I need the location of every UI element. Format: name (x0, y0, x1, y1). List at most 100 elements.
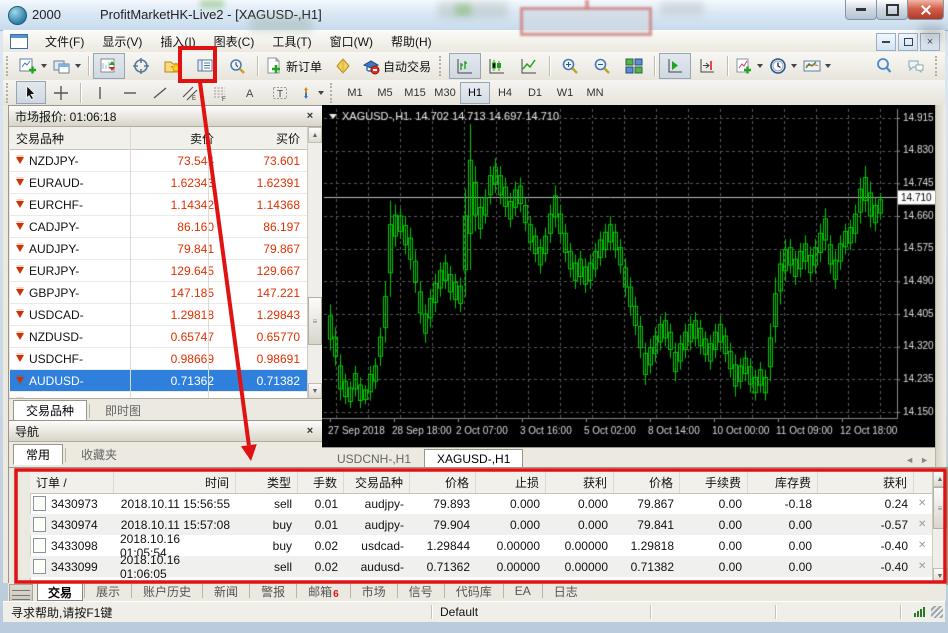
timeframe-H1[interactable]: H1 (460, 81, 490, 104)
col-ask[interactable]: 买价 (222, 130, 308, 147)
nav-tab-0[interactable]: 常用 (13, 444, 64, 465)
chart-window-icon[interactable] (10, 33, 28, 49)
orders-col-9[interactable]: 手续费 (680, 471, 748, 493)
chevron-down-icon[interactable] (41, 64, 47, 68)
menu-H[interactable]: 帮助(H) (382, 30, 441, 53)
navigator-title[interactable]: 导航 × (9, 421, 323, 442)
child-minimize-button[interactable] (876, 33, 896, 51)
price-chart[interactable] (322, 105, 935, 447)
menu-V[interactable]: 显示(V) (93, 30, 151, 53)
new-order-button[interactable]: 新订单 (262, 53, 327, 79)
chart-area[interactable] (322, 105, 935, 447)
maximize-button[interactable] (876, 0, 908, 20)
orders-col-10[interactable]: 库存费 (748, 471, 818, 493)
market-watch-row[interactable]: EURJPY- 129.645 129.667 (10, 260, 322, 282)
market-watch-row[interactable]: GBPJPY- 147.185 147.221 (10, 282, 322, 304)
vline-tool-button[interactable] (85, 81, 115, 104)
market-watch-button[interactable] (93, 53, 125, 79)
terminal-button[interactable] (189, 53, 221, 79)
candle-chart-button[interactable] (481, 53, 513, 79)
tab-scroll-left-icon[interactable]: ◄ (905, 455, 914, 465)
zoom-in-button[interactable] (554, 53, 586, 79)
bottom-tab-信号[interactable]: 信号 (399, 583, 443, 599)
cursor-tool-button[interactable] (16, 81, 46, 104)
timeframe-M5[interactable]: M5 (370, 82, 400, 104)
child-restore-button[interactable] (898, 33, 918, 51)
autotrading-button[interactable]: 自动交易 (359, 53, 436, 79)
bottom-tab-日志[interactable]: 日志 (544, 583, 588, 599)
bottom-tab-交易[interactable]: 交易 (37, 583, 84, 601)
search-button[interactable] (868, 53, 900, 79)
templates-button[interactable] (800, 53, 834, 79)
text-tool-button[interactable]: A (235, 81, 265, 104)
market-watch-row[interactable]: CADJPY- 86.160 86.197 (10, 216, 322, 238)
chevron-down-icon[interactable] (791, 64, 798, 68)
chevron-down-icon[interactable] (318, 90, 324, 95)
chart-tab-1[interactable]: XAGUSD-,H1 (424, 449, 524, 468)
arrows-tool-button[interactable] (295, 81, 327, 104)
title-bar[interactable]: 2000 ProfitMarketHK-Live2 - [XAGUSD-,H1] (0, 0, 948, 31)
orders-col-7[interactable]: 获利 (546, 471, 614, 493)
orders-col-3[interactable]: 手数 (298, 471, 344, 493)
bottom-tab-新闻[interactable]: 新闻 (204, 583, 248, 599)
strategy-tester-button[interactable] (221, 53, 253, 79)
orders-col-5[interactable]: 价格 (410, 471, 476, 493)
col-bid[interactable]: 卖价 (136, 130, 222, 147)
bottom-tab-EA[interactable]: EA (505, 583, 541, 599)
order-row[interactable]: 3430973 2018.10.11 15:56:55 sell 0.01 audjpy… (30, 493, 933, 514)
timeframe-W1[interactable]: W1 (550, 82, 580, 104)
orders-col-11[interactable]: 获利 (818, 471, 914, 493)
terminal-scrollbar[interactable]: ▲ ≡ ▼ (932, 471, 947, 584)
bar-chart-button[interactable] (449, 53, 482, 79)
hline-tool-button[interactable] (115, 81, 145, 104)
market-watch-row[interactable]: EURCHF- 1.14342 1.14368 (10, 194, 322, 216)
scroll-up-icon[interactable]: ▲ (933, 471, 947, 487)
timeframe-MN[interactable]: MN (580, 82, 610, 104)
market-watch-row[interactable]: EURAUD- 1.62343 1.62391 (10, 172, 322, 194)
col-symbol[interactable]: 交易品种 (10, 130, 136, 147)
bottom-tab-市场[interactable]: 市场 (352, 583, 396, 599)
timeframe-D1[interactable]: D1 (520, 82, 550, 104)
mw-tab-1[interactable]: 即时图 (92, 400, 154, 421)
timeframe-M1[interactable]: M1 (340, 82, 370, 104)
menu-I[interactable]: 插入(I) (151, 30, 204, 53)
crosshair-tool-button[interactable] (46, 81, 76, 104)
new-chart-button[interactable] (16, 53, 50, 79)
order-row[interactable]: 3433099 2018.10.16 01:06:05 sell 0.02 audusd… (30, 553, 933, 581)
chart-shift-button[interactable] (691, 53, 723, 79)
close-button[interactable] (907, 0, 944, 20)
tile-windows-button[interactable] (618, 53, 650, 79)
chat-button[interactable] (900, 53, 932, 79)
auto-scroll-button[interactable] (659, 53, 692, 79)
line-chart-button[interactable] (513, 53, 545, 79)
market-watch-row[interactable]: NZDJPY- 73.544 73.601 (10, 150, 322, 172)
menu-F[interactable]: 文件(F) (36, 30, 93, 53)
timeframe-M30[interactable]: M30 (430, 82, 460, 104)
menu-W[interactable]: 窗口(W) (321, 30, 382, 53)
bottom-tab-警报[interactable]: 警报 (251, 583, 295, 599)
scroll-down-icon[interactable]: ▼ (308, 383, 322, 399)
data-window-button[interactable] (125, 53, 157, 79)
chevron-down-icon[interactable] (75, 64, 81, 68)
text-label-tool-button[interactable]: T (265, 81, 295, 104)
bottom-tab-邮箱[interactable]: 邮箱 6 (298, 583, 349, 600)
scroll-thumb[interactable]: ≡ (308, 297, 322, 345)
status-profile[interactable]: Default (432, 605, 651, 619)
orders-col-1[interactable]: 时间 (114, 471, 236, 493)
resize-grip[interactable] (931, 606, 943, 618)
chart-tab-0[interactable]: USDCNH-,H1 (324, 449, 424, 468)
market-watch-row[interactable]: NZDUSD- 0.65747 0.65770 (10, 326, 322, 348)
nav-tab-1[interactable]: 收藏夹 (68, 444, 130, 465)
mw-tab-0[interactable]: 交易品种 (13, 400, 88, 421)
profiles-button[interactable] (50, 53, 84, 79)
market-watch-row[interactable]: AUDUSD- 0.71362 0.71382 (10, 370, 322, 392)
orders-table-header[interactable]: 订单 / 时间 类型 手数 交易品种 价格 止损 获利 价格 手续费 库存费 获利 (30, 471, 933, 494)
timeframe-M15[interactable]: M15 (400, 82, 430, 104)
tab-scroll-right-icon[interactable]: ► (920, 455, 929, 465)
periods-button[interactable] (766, 53, 800, 79)
minimize-button[interactable] (845, 0, 877, 20)
market-watch-row[interactable]: USDCHF- 0.98669 0.98691 (10, 348, 322, 370)
scroll-thumb[interactable]: ≡ (933, 487, 947, 529)
close-icon[interactable]: × (303, 424, 317, 438)
market-watch-scrollbar[interactable]: ▲ ≡ ▼ (307, 127, 322, 399)
